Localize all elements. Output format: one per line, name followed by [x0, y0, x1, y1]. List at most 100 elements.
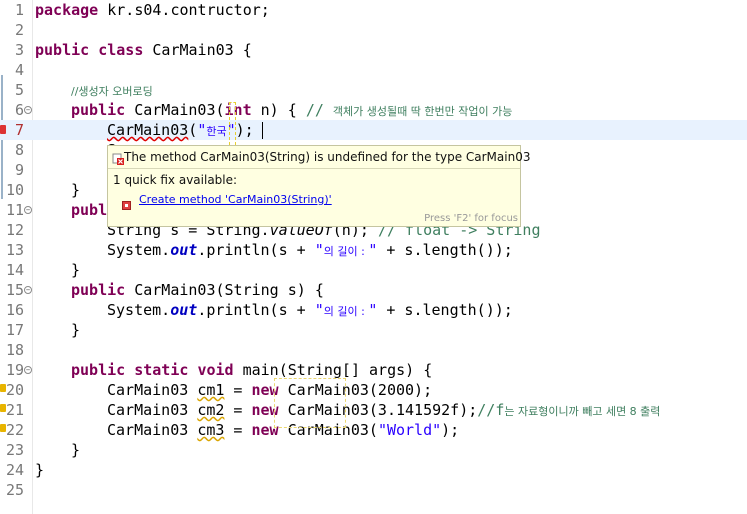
comment: 는 자료형이니까 빼고 세면 8 출력 — [504, 405, 661, 418]
divider — [108, 168, 520, 169]
error-message-text: The method CarMain03(String) is undefine… — [124, 150, 531, 164]
code-line: public class CarMain03 { — [35, 40, 252, 60]
error-icon — [112, 152, 124, 165]
code-text: kr.s04.contructor; — [98, 1, 270, 19]
string: 한국 — [206, 125, 227, 138]
code-text: .println(s + — [197, 241, 315, 259]
code-text: CarMain03( — [125, 101, 225, 119]
gutter-divider — [32, 0, 33, 514]
code-text: ); — [441, 421, 460, 439]
keyword: publ — [71, 201, 108, 219]
string: " — [314, 241, 324, 259]
unused-variable: cm3 — [197, 421, 225, 439]
code-text: System. — [107, 241, 171, 259]
code-line: } — [71, 320, 80, 340]
warning-marker-icon[interactable] — [0, 384, 6, 392]
line-number: 9 — [14, 161, 24, 179]
code-text: CarMain03 — [107, 421, 198, 439]
string: 의 길이 : — [323, 245, 369, 258]
code-line: package kr.s04.contructor; — [35, 0, 270, 20]
warning-marker-icon[interactable] — [0, 404, 6, 412]
code-text: CarMain03(String s) { — [125, 281, 324, 299]
line-number: 3 — [14, 41, 24, 59]
line-number: 8 — [14, 141, 24, 159]
string: " — [197, 121, 207, 139]
static-field: out — [170, 301, 198, 319]
code-text: = — [224, 381, 252, 399]
code-line: public static void main(String[] args) { — [71, 360, 432, 380]
code-line: publ — [71, 200, 107, 220]
code-line: //생성자 오버로딩 — [71, 80, 153, 102]
comment: //f — [477, 401, 505, 419]
fold-toggle-icon[interactable]: − — [24, 206, 32, 214]
code-text: .println(s + — [197, 301, 315, 319]
string: " — [368, 301, 378, 319]
code-text: n) { — [251, 101, 306, 119]
code-line: System.out.println(s + "의 길이 : " + s.len… — [107, 240, 513, 262]
text-cursor — [262, 122, 263, 139]
warning-marker-icon[interactable] — [0, 424, 6, 432]
code-text: } — [71, 181, 81, 199]
line-number: 14 — [5, 261, 24, 279]
string: " — [368, 241, 378, 259]
error-message: The method CarMain03(String) is undefine… — [112, 148, 530, 168]
keyword: static — [134, 361, 189, 379]
code-text: System. — [107, 301, 171, 319]
create-method-link[interactable]: Create method 'CarMain03(String)' — [139, 192, 332, 208]
code-text: } — [71, 321, 81, 339]
fold-toggle-icon[interactable]: − — [24, 286, 32, 294]
keyword: public — [71, 361, 126, 379]
code-text: ( — [188, 121, 198, 139]
string: 의 길이 : — [323, 305, 369, 318]
static-field: out — [170, 241, 198, 259]
code-line: public CarMain03(String s) { — [71, 280, 324, 300]
line-number: 1 — [14, 1, 24, 19]
line-number: 13 — [5, 241, 24, 259]
keyword: class — [98, 41, 144, 59]
string: "World" — [377, 421, 442, 439]
code-text: } — [71, 261, 81, 279]
code-text: main(String[] args) { — [233, 361, 433, 379]
quick-fix-icon — [122, 195, 131, 210]
code-text: } — [71, 441, 81, 459]
line-number: 23 — [5, 441, 24, 459]
error-text: CarMain03 — [107, 121, 189, 139]
line-number: 18 — [5, 341, 24, 359]
quick-fix-count: 1 quick fix available: — [113, 173, 238, 187]
unused-variable: cm1 — [197, 381, 225, 399]
keyword: public — [71, 281, 126, 299]
line-number: 6 — [14, 101, 24, 119]
fold-toggle-icon[interactable]: − — [24, 366, 32, 374]
code-line: CarMain03 cm1 = new CarMain03(2000); — [107, 380, 432, 400]
code-line: System.out.println(s + "의 길이 : " + s.len… — [107, 300, 513, 322]
code-text: + s.length()); — [377, 241, 513, 259]
code-line: } — [71, 180, 80, 200]
line-number: 24 — [5, 461, 24, 479]
code-line: } — [71, 440, 80, 460]
line-number: 2 — [14, 21, 24, 39]
code-text: CarMain03 — [107, 401, 198, 419]
error-marker-icon[interactable] — [0, 125, 6, 134]
line-number: 5 — [14, 81, 24, 99]
line-number: 11 — [5, 201, 24, 219]
comment: 객체가 생성될때 딱 한번만 작업이 가능 — [332, 105, 513, 118]
string: " — [314, 301, 324, 319]
keyword: void — [197, 361, 234, 379]
keyword: public — [71, 101, 126, 119]
line-number: 15 — [5, 281, 24, 299]
code-text: } — [35, 461, 45, 479]
unused-variable: cm2 — [197, 401, 225, 419]
line-number: 17 — [5, 321, 24, 339]
fold-toggle-icon[interactable]: − — [24, 106, 32, 114]
line-number: 12 — [5, 221, 24, 239]
error-hover-popup[interactable]: The method CarMain03(String) is undefine… — [107, 145, 530, 227]
focus-hint: Press 'F2' for focus — [424, 213, 518, 224]
code-text: CarMain03 { — [143, 41, 252, 59]
code-text: = — [224, 401, 252, 419]
code-line: public CarMain03(int n) { // 객체가 생성될때 딱 … — [71, 100, 512, 122]
bracket-highlight — [274, 378, 346, 428]
keyword: package — [35, 1, 99, 19]
line-number: 19 — [5, 361, 24, 379]
keyword: public — [35, 41, 90, 59]
line-number: 10 — [5, 181, 24, 199]
